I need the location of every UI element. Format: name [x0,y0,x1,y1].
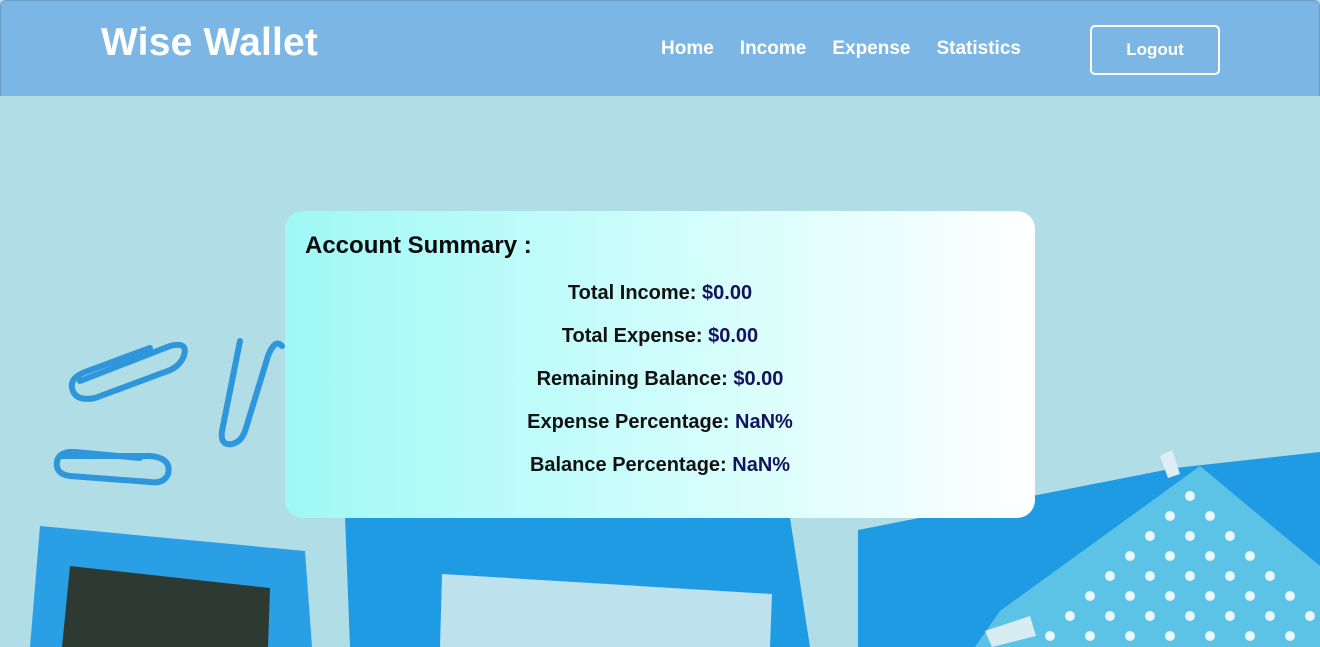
nav-income-link[interactable]: Income [740,38,807,60]
brand-logo[interactable]: Wise Wallet [101,21,318,65]
total-expense-label: Total Expense: [561,325,709,347]
summary-list: Total Income: $0.00 Total Expense: $0.00… [285,282,1035,497]
total-income-row: Total Income: $0.00 [285,282,1035,325]
top-navbar: Wise Wallet Home Income Expense Statisti… [0,0,1320,96]
account-summary-card: Account Summary : Total Income: $0.00 To… [285,211,1035,518]
account-summary-title: Account Summary : [305,232,532,259]
remaining-balance-label: Remaining Balance: [536,368,734,390]
total-income-label: Total Income: [567,282,703,304]
balance-percentage-value: NaN% [732,454,791,476]
expense-percentage-row: Expense Percentage: NaN% [285,411,1035,454]
total-income-value: $0.00 [702,282,753,304]
notebook-icon [345,516,810,647]
remaining-balance-row: Remaining Balance: $0.00 [285,368,1035,411]
total-expense-row: Total Expense: $0.00 [285,325,1035,368]
nav-expense-link[interactable]: Expense [832,38,910,60]
nav-home-link[interactable]: Home [661,38,714,60]
nav-statistics-link[interactable]: Statistics [936,38,1020,60]
logout-button[interactable]: Logout [1090,25,1220,75]
remaining-balance-value: $0.00 [733,368,784,390]
balance-percentage-row: Balance Percentage: NaN% [285,454,1035,497]
balance-percentage-label: Balance Percentage: [529,454,733,476]
main-nav: Home Income Expense Statistics [661,38,1047,60]
expense-percentage-value: NaN% [735,411,793,433]
total-expense-value: $0.00 [708,325,759,347]
expense-percentage-label: Expense Percentage: [527,411,736,433]
